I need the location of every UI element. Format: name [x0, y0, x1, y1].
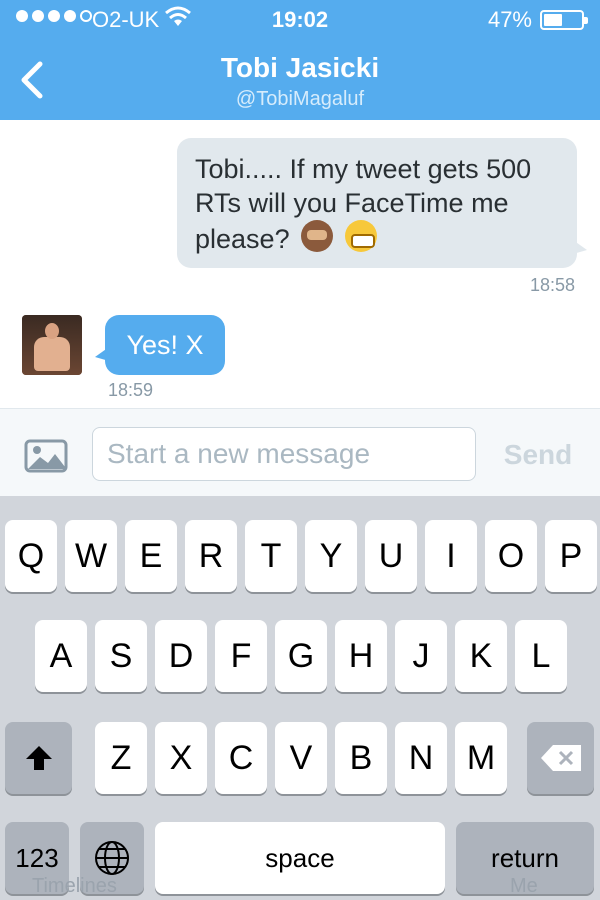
key-t[interactable]: T [245, 520, 297, 592]
conversation-handle: @TobiMagaluf [235, 88, 365, 110]
globe-icon [95, 841, 129, 875]
key-n[interactable]: N [395, 722, 447, 794]
key-d[interactable]: D [155, 620, 207, 692]
key-p[interactable]: P [545, 520, 597, 592]
key-g[interactable]: G [275, 620, 327, 692]
key-u[interactable]: U [365, 520, 417, 592]
keyboard: 123 space return QWERTYUIOPASDFGHJKLZXCV… [0, 496, 600, 900]
backspace-icon [540, 745, 581, 771]
avatar[interactable] [22, 315, 82, 375]
key-j[interactable]: J [395, 620, 447, 692]
key-o[interactable]: O [485, 520, 537, 592]
incoming-message-time: 18:59 [108, 380, 154, 400]
key-x[interactable]: X [155, 722, 207, 794]
outgoing-message-bubble[interactable]: Tobi..... If my tweet gets 500 RTs will … [177, 138, 587, 268]
shift-arrow-icon [25, 746, 52, 770]
conversation-title[interactable]: Tobi Jasicki [0, 52, 600, 84]
key-w[interactable]: W [65, 520, 117, 592]
key-b[interactable]: B [335, 722, 387, 794]
space-key[interactable]: space [155, 822, 445, 894]
message-input[interactable] [92, 427, 476, 481]
key-r[interactable]: R [185, 520, 237, 592]
battery-percent: 47% [487, 7, 532, 32]
conversation-header: O2-UK 19:02 47% Tobi Jasicki @TobiMagalu… [0, 0, 600, 120]
grinning-face-emoji-icon [344, 220, 377, 252]
key-k[interactable]: K [455, 620, 507, 692]
key-c[interactable]: C [215, 722, 267, 794]
key-i[interactable]: I [425, 520, 477, 592]
background-tab-timelines: Timelines [32, 875, 117, 897]
key-a[interactable]: A [35, 620, 87, 692]
key-l[interactable]: L [515, 620, 567, 692]
key-m[interactable]: M [455, 722, 507, 794]
key-h[interactable]: H [335, 620, 387, 692]
outgoing-message-time: 18:58 [529, 275, 575, 295]
incoming-message-text: Yes! X [126, 330, 204, 360]
send-button[interactable]: Send [490, 437, 586, 473]
key-q[interactable]: Q [5, 520, 57, 592]
key-y[interactable]: Y [305, 520, 357, 592]
delete-key[interactable] [527, 722, 594, 794]
battery-icon [540, 10, 588, 30]
incoming-message-bubble[interactable]: Yes! X [95, 315, 225, 375]
shift-key[interactable] [5, 722, 72, 794]
message-composer: Send [0, 408, 600, 496]
see-no-evil-monkey-emoji-icon [301, 220, 334, 252]
key-f[interactable]: F [215, 620, 267, 692]
status-bar: O2-UK 19:02 47% [0, 0, 600, 40]
key-e[interactable]: E [125, 520, 177, 592]
key-v[interactable]: V [275, 722, 327, 794]
key-s[interactable]: S [95, 620, 147, 692]
background-tab-me: Me [510, 875, 538, 897]
key-z[interactable]: Z [95, 722, 147, 794]
image-icon[interactable] [24, 439, 68, 473]
